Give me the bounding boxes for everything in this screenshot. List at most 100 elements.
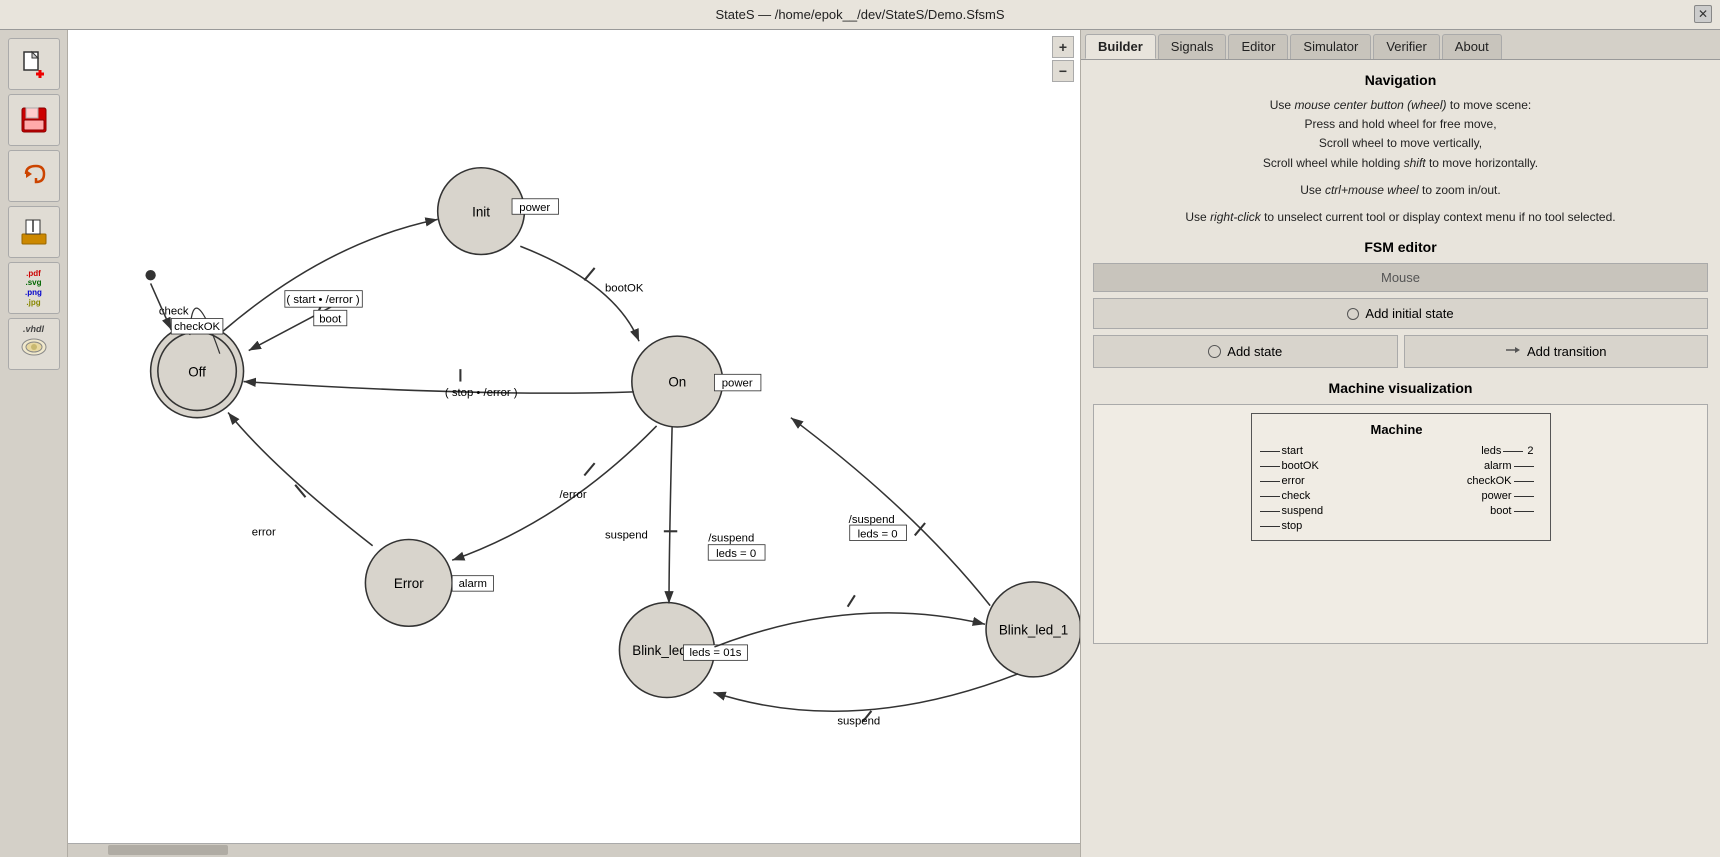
tab-bar: Builder Signals Editor Simulator Verifie…	[1081, 30, 1720, 60]
navigation-zoom-text: Use ctrl+mouse wheel to zoom in/out.	[1093, 181, 1708, 200]
signal-label-suspend: suspend	[1282, 505, 1324, 517]
signal-line-leds	[1503, 451, 1523, 452]
signal-label-error: error	[1282, 475, 1305, 487]
machine-signals: start bootOK error	[1260, 445, 1534, 532]
fsm-diagram: Off Init On Error Blink_led_0 Blink_led_…	[68, 30, 1080, 857]
svg-text:checkOK: checkOK	[174, 321, 220, 333]
left-toolbar: .pdf .svg .png .jpg .vhdl	[0, 30, 68, 857]
signal-line-stop	[1260, 526, 1280, 527]
svg-text:/error: /error	[560, 489, 587, 501]
pdf-svg-png-jpg-tool[interactable]: .pdf .svg .png .jpg	[8, 262, 60, 314]
signal-checkok: checkOK	[1467, 475, 1534, 487]
zoom-in-button[interactable]: +	[1052, 36, 1074, 58]
svg-text:/suspend: /suspend	[849, 514, 895, 526]
title-bar: StateS — /home/epok__/dev/StateS/Demo.Sf…	[0, 0, 1720, 30]
signal-label-check: check	[1282, 490, 1311, 502]
output-signals: leds 2 alarm checkOK	[1467, 445, 1534, 532]
export-tool[interactable]	[8, 206, 60, 258]
new-file-tool[interactable]	[8, 38, 60, 90]
signal-line-start	[1260, 451, 1280, 452]
signal-start: start	[1260, 445, 1324, 457]
tab-simulator[interactable]: Simulator	[1290, 34, 1371, 59]
svg-text:alarm: alarm	[459, 578, 487, 590]
fsm-editor-section: FSM editor Mouse Add initial state Add s…	[1093, 239, 1708, 368]
svg-text:Error: Error	[394, 576, 424, 591]
svg-text:Init: Init	[472, 204, 490, 219]
add-transition-button[interactable]: Add transition	[1404, 335, 1709, 368]
tab-editor[interactable]: Editor	[1228, 34, 1288, 59]
navigation-text: Use mouse center button (wheel) to move …	[1093, 96, 1708, 173]
svg-text:leds = 01s: leds = 01s	[689, 647, 741, 659]
signal-line-power	[1514, 496, 1534, 497]
canvas-scrollbar[interactable]	[68, 843, 1080, 857]
machine-vis-container: Machine start bootOK	[1093, 404, 1708, 644]
add-state-circle-icon	[1208, 345, 1221, 358]
tab-about[interactable]: About	[1442, 34, 1502, 59]
signal-leds: leds 2	[1481, 445, 1533, 457]
undo-tool[interactable]	[8, 150, 60, 202]
zoom-controls: + −	[1052, 36, 1074, 82]
signal-line-suspend	[1260, 511, 1280, 512]
signal-boot: boot	[1490, 505, 1533, 517]
signal-stop: stop	[1260, 520, 1324, 532]
navigation-rightclick-text: Use right-click to unselect current tool…	[1093, 208, 1708, 227]
mouse-label: Mouse	[1381, 270, 1420, 285]
signal-label-checkok: checkOK	[1467, 475, 1512, 487]
machine-visualization-section: Machine visualization Machine start	[1093, 380, 1708, 644]
main-layout: .pdf .svg .png .jpg .vhdl	[0, 30, 1720, 857]
input-signals: start bootOK error	[1260, 445, 1324, 532]
initial-state-circle-icon	[1347, 308, 1359, 320]
close-button[interactable]: ✕	[1694, 5, 1712, 23]
add-initial-state-button[interactable]: Add initial state	[1093, 298, 1708, 329]
signal-line-check	[1260, 496, 1280, 497]
vhdl-tool[interactable]: .vhdl	[8, 318, 60, 370]
signal-line-checkok	[1514, 481, 1534, 482]
add-state-button[interactable]: Add state	[1093, 335, 1398, 368]
svg-text:bootOK: bootOK	[605, 283, 644, 295]
navigation-title: Navigation	[1093, 72, 1708, 88]
signal-line-error	[1260, 481, 1280, 482]
signal-alarm: alarm	[1484, 460, 1534, 472]
signal-bootok: bootOK	[1260, 460, 1324, 472]
machine-box-title: Machine	[1260, 422, 1534, 437]
signal-line-bootok	[1260, 466, 1280, 467]
signal-power: power	[1482, 490, 1534, 502]
svg-text:power: power	[519, 202, 550, 214]
add-state-label: Add state	[1227, 344, 1282, 359]
add-transition-arrow-icon	[1505, 343, 1521, 360]
svg-text:suspend: suspend	[605, 530, 648, 542]
tab-verifier[interactable]: Verifier	[1373, 34, 1439, 59]
svg-text:Off: Off	[188, 364, 206, 379]
canvas-area[interactable]: Off Init On Error Blink_led_0 Blink_led_…	[68, 30, 1080, 857]
add-initial-state-label: Add initial state	[1365, 306, 1453, 321]
mouse-button[interactable]: Mouse	[1093, 263, 1708, 292]
signal-error: error	[1260, 475, 1324, 487]
machine-vis-title: Machine visualization	[1093, 380, 1708, 396]
svg-text:/suspend: /suspend	[708, 533, 754, 545]
svg-text:boot: boot	[319, 314, 342, 326]
fsm-editor-title: FSM editor	[1093, 239, 1708, 255]
svg-text:suspend: suspend	[837, 715, 880, 727]
signal-label-bootok: bootOK	[1282, 460, 1319, 472]
tab-builder[interactable]: Builder	[1085, 34, 1156, 59]
save-tool[interactable]	[8, 94, 60, 146]
signal-label-stop: stop	[1282, 520, 1303, 532]
tab-signals[interactable]: Signals	[1158, 34, 1227, 59]
signal-num-leds: 2	[1527, 445, 1533, 457]
signal-label-start: start	[1282, 445, 1303, 457]
signal-label-alarm: alarm	[1484, 460, 1512, 472]
signal-line-boot	[1514, 511, 1534, 512]
svg-text:leds = 0: leds = 0	[716, 548, 756, 560]
signal-label-boot: boot	[1490, 505, 1511, 517]
svg-text:( start • /error ): ( start • /error )	[286, 294, 360, 306]
signal-suspend: suspend	[1260, 505, 1324, 517]
state-transition-row: Add state Add transition	[1093, 335, 1708, 368]
signal-label-leds: leds	[1481, 445, 1501, 457]
svg-text:Blink_led_1: Blink_led_1	[999, 623, 1068, 638]
svg-text:power: power	[722, 378, 753, 390]
svg-text:On: On	[668, 375, 686, 390]
panel-content: Navigation Use mouse center button (whee…	[1081, 60, 1720, 857]
signal-line-alarm	[1514, 466, 1534, 467]
signal-check: check	[1260, 490, 1324, 502]
zoom-out-button[interactable]: −	[1052, 60, 1074, 82]
